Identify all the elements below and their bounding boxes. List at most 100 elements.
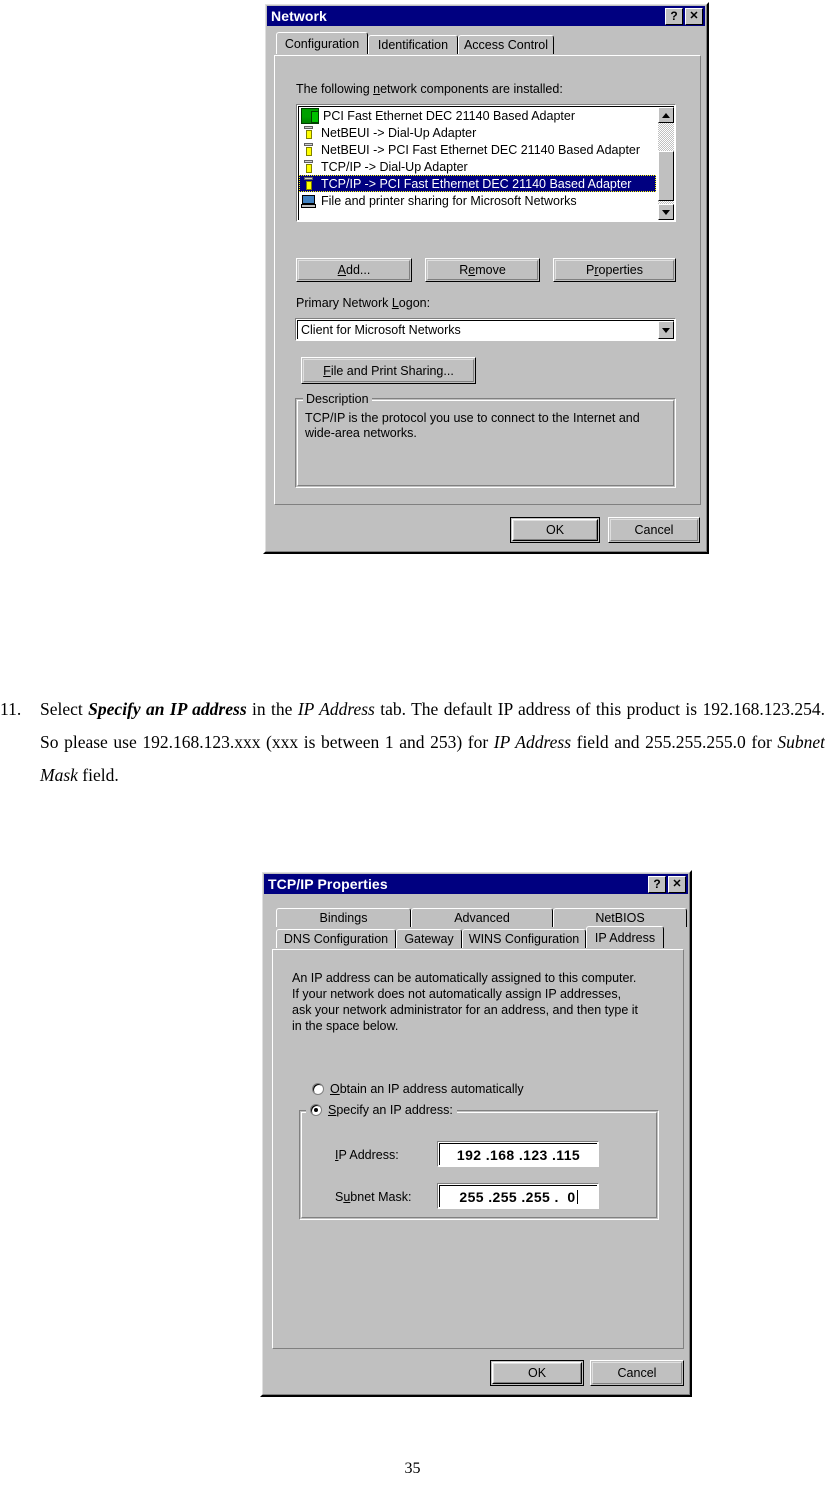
components-list-scrollbar[interactable] (658, 107, 674, 220)
tcpip-ok-label: OK (527, 1366, 547, 1380)
list-item-label: NetBEUI -> PCI Fast Ethernet DEC 21140 B… (321, 142, 641, 157)
chevron-down-icon[interactable] (658, 321, 674, 339)
tcpip-dialog-title: TCP/IP Properties (268, 876, 388, 892)
instruction-em3: IP Address (493, 732, 572, 752)
list-item[interactable]: TCP/IP -> Dial-Up Adapter (299, 158, 657, 175)
tab-netbios-label: NetBIOS (595, 911, 645, 925)
subnet-mask-field[interactable]: 255 .255 .255 . 0 (437, 1183, 599, 1209)
tab-identification[interactable]: Identification (368, 35, 458, 54)
radio-icon-unselected (312, 1083, 324, 1095)
instruction-seg2: in the (246, 699, 298, 719)
tcpip-cancel-label: Cancel (617, 1366, 657, 1380)
tcpip-properties-dialog: TCP/IP Properties ? ✕ Bindings Advanced … (260, 870, 692, 1397)
components-list-label: The following network components are ins… (296, 82, 563, 96)
instruction-seg4: field and 255.255.255.0 for (571, 732, 778, 752)
list-item-label: File and printer sharing for Microsoft N… (321, 193, 577, 208)
tab-netbios[interactable]: NetBIOS (553, 908, 687, 927)
ip-address-field[interactable]: 192 .168 .123 .115 (437, 1141, 599, 1167)
tab-bindings-label: Bindings (319, 911, 368, 925)
radio-specify-ip-address[interactable]: Specify an IP address: (306, 1103, 457, 1117)
radio-obtain-ip-automatically[interactable]: Obtain an IP address automatically (312, 1082, 524, 1096)
scrollbar-thumb[interactable] (658, 151, 674, 201)
tcpip-description-text: An IP address can be automatically assig… (292, 971, 639, 1033)
list-item[interactable]: PCI Fast Ethernet DEC 21140 Based Adapte… (299, 107, 657, 124)
primary-logon-combo-inner: Client for Microsoft Networks (297, 320, 674, 339)
network-components-listbox-inner: PCI Fast Ethernet DEC 21140 Based Adapte… (298, 106, 674, 220)
list-item-selected[interactable]: TCP/IP -> PCI Fast Ethernet DEC 21140 Ba… (299, 175, 656, 192)
tab-gateway[interactable]: Gateway (396, 929, 462, 948)
network-cancel-button[interactable]: Cancel (608, 517, 700, 543)
help-icon[interactable]: ? (648, 875, 666, 893)
tcpip-cancel-button[interactable]: Cancel (590, 1360, 684, 1386)
radio-obtain-label: Obtain an IP address automatically (330, 1082, 524, 1096)
list-item[interactable]: NetBEUI -> PCI Fast Ethernet DEC 21140 B… (299, 141, 657, 158)
file-print-sharing-button[interactable]: File and Print Sharing... (301, 357, 476, 384)
list-item[interactable]: NetBEUI -> Dial-Up Adapter (299, 124, 657, 141)
network-ok-label: OK (545, 523, 565, 537)
tcpip-tabstrip-row2: DNS Configuration Gateway WINS Configura… (276, 926, 664, 948)
instruction-number: 11. (0, 699, 22, 719)
tab-dns-configuration[interactable]: DNS Configuration (276, 929, 396, 948)
instruction-seg1: Select (40, 699, 89, 719)
primary-logon-label: Primary Network Logon: (296, 296, 431, 310)
scroll-up-icon[interactable] (658, 107, 674, 123)
primary-logon-value: Client for Microsoft Networks (301, 323, 461, 337)
primary-logon-combo[interactable]: Client for Microsoft Networks (295, 318, 676, 341)
network-dialog-titlebar: Network ? ✕ (267, 6, 705, 26)
tab-advanced[interactable]: Advanced (411, 908, 553, 927)
components-list-label-pre: The following (296, 82, 374, 96)
tab-access-control-label: Access Control (463, 38, 549, 52)
tab-ip-address[interactable]: IP Address (586, 926, 664, 948)
close-icon[interactable]: ✕ (668, 875, 686, 893)
tab-advanced-label: Advanced (454, 911, 510, 925)
tab-gateway-label: Gateway (404, 932, 454, 946)
protocol-icon (301, 142, 317, 157)
scroll-down-icon[interactable] (658, 204, 674, 220)
network-adapter-icon (301, 107, 319, 124)
network-dialog: Network ? ✕ Configuration Identification… (263, 2, 709, 554)
subnet-mask-value: 255 .255 .255 . 0 (459, 1188, 576, 1205)
description-text: TCP/IP is the protocol you use to connec… (305, 411, 640, 440)
ip-address-label: IP Address: (335, 1148, 399, 1162)
protocol-icon (301, 125, 317, 140)
instruction-em1: Specify an IP address (88, 699, 247, 719)
instruction-em2: IP Address (297, 699, 375, 719)
subnet-mask-field-inner: 255 .255 .255 . 0 (439, 1185, 597, 1207)
properties-button[interactable]: Properties (553, 258, 676, 282)
components-list-viewport: PCI Fast Ethernet DEC 21140 Based Adapte… (299, 107, 657, 220)
page-number: 35 (404, 1460, 421, 1477)
radio-specify-label: Specify an IP address: (328, 1103, 453, 1117)
tab-configuration[interactable]: Configuration (276, 32, 368, 54)
list-item-label: NetBEUI -> Dial-Up Adapter (321, 125, 477, 140)
tcpip-ok-button[interactable]: OK (490, 1360, 584, 1386)
tab-configuration-label: Configuration (284, 36, 360, 51)
remove-button[interactable]: Remove (425, 258, 540, 282)
help-icon[interactable]: ? (665, 7, 683, 25)
description-groupbox-title: Description (303, 392, 372, 406)
network-tabstrip: Configuration Identification Access Cont… (276, 32, 554, 54)
tab-access-control[interactable]: Access Control (458, 35, 554, 54)
tab-bindings[interactable]: Bindings (276, 908, 411, 927)
description-groupbox: Description TCP/IP is the protocol you u… (295, 392, 676, 488)
add-button[interactable]: Add... (296, 258, 412, 282)
network-dialog-title: Network (271, 8, 327, 24)
network-tab-panel: The following network components are ins… (274, 55, 701, 505)
list-item-label: PCI Fast Ethernet DEC 21140 Based Adapte… (323, 108, 575, 123)
components-list-label-post: etwork components are installed: (380, 82, 563, 96)
instruction-paragraph: Select Specify an IP address in the IP A… (40, 693, 825, 792)
computer-icon (301, 194, 317, 208)
specify-ip-groupbox: Specify an IP address: IP Address: 192 .… (299, 1103, 659, 1220)
subnet-mask-label: Subnet Mask: (335, 1190, 412, 1204)
text-cursor (576, 1189, 578, 1204)
network-ok-button[interactable]: OK (510, 517, 600, 543)
list-item-label: TCP/IP -> PCI Fast Ethernet DEC 21140 Ba… (321, 176, 632, 191)
tab-wins-configuration[interactable]: WINS Configuration (462, 929, 586, 948)
ip-address-field-inner: 192 .168 .123 .115 (439, 1143, 597, 1165)
radio-icon-selected (310, 1104, 322, 1116)
tab-wins-configuration-label: WINS Configuration (468, 932, 580, 946)
tab-dns-configuration-label: DNS Configuration (283, 932, 389, 946)
protocol-icon (301, 159, 317, 174)
network-components-listbox[interactable]: PCI Fast Ethernet DEC 21140 Based Adapte… (296, 104, 676, 222)
close-icon[interactable]: ✕ (685, 7, 703, 25)
list-item[interactable]: File and printer sharing for Microsoft N… (299, 192, 657, 209)
